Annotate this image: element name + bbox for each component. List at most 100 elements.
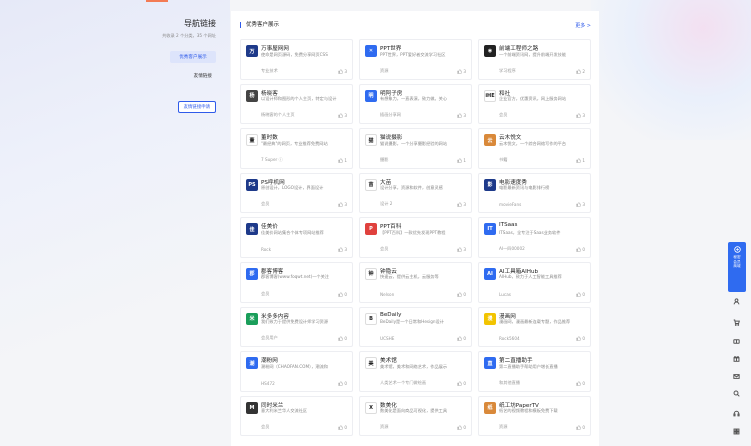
site-category: 学习程序 xyxy=(499,67,516,73)
nav-item-customers[interactable]: 优秀客户展示 xyxy=(170,51,216,63)
like-counter[interactable]: 0 xyxy=(576,247,585,252)
site-card[interactable]: 苗 大苗 设计分享，资源和软件，创意灵感 设计 2 3 xyxy=(359,172,472,214)
like-counter[interactable]: 0 xyxy=(576,425,585,430)
site-description: BeDaily是一个日常和Hesign设计 xyxy=(380,319,444,325)
thumbs-up-icon xyxy=(576,381,581,386)
like-counter[interactable]: 3 xyxy=(457,113,466,118)
like-counter[interactable]: 0 xyxy=(338,381,347,386)
site-card[interactable]: 猫 猫说摄影 猫说摄影，一个分享摄影经验的网站 摄影 1 xyxy=(359,128,472,169)
site-card[interactable]: PS PS呼机网 原创设计，LOGO设计，界面设计 会员 3 xyxy=(240,172,353,214)
site-card[interactable]: 影 电影速度秀 电影最新资讯与电影排行榜 movieFans 3 xyxy=(478,172,591,214)
like-counter[interactable]: 3 xyxy=(338,113,347,118)
like-count: 0 xyxy=(463,380,466,386)
site-card[interactable]: 杨 杨晓客 以设计师和图形的个人主页，特定与设计 杨晓客的个人主页 3 xyxy=(240,83,353,125)
ticket-tool-button[interactable] xyxy=(731,336,741,346)
site-logo-icon: AI xyxy=(484,267,496,280)
headset-tool-button[interactable] xyxy=(731,408,741,418)
like-counter[interactable]: 3 xyxy=(338,202,347,207)
site-description: 郡客博客(www.foqwt.net)一个关注 xyxy=(261,274,329,280)
gift-tool-button[interactable] xyxy=(731,353,741,363)
like-counter[interactable]: 3 xyxy=(576,202,585,207)
site-card[interactable]: 直 第二直播助手 第二直播助手帮助用户增长直播 和其他直播 0 xyxy=(478,351,591,392)
site-logo-icon: ✕ xyxy=(365,45,377,57)
like-counter[interactable]: 2 xyxy=(576,69,585,74)
like-count: 3 xyxy=(344,113,347,119)
site-card[interactable]: ✕ PPT世界 PPT世界，PPT爱好者交流学习社区 资源 3 xyxy=(359,39,472,80)
nav-item-friend-links[interactable]: 友情链接 xyxy=(150,70,216,82)
site-card[interactable]: 米 米多多内容 我们致力于提供免费设计师学习资源 会员用户 0 xyxy=(240,306,353,348)
like-counter[interactable]: 0 xyxy=(457,425,466,430)
site-description: AIHub，致力于人工智能工具推荐 xyxy=(499,274,562,280)
thumbs-up-icon xyxy=(338,202,343,208)
like-count: 2 xyxy=(582,68,585,74)
like-count: 0 xyxy=(582,425,585,431)
site-card[interactable]: 万 万事屋网网 使命是网页源码，免费分享网页CSS 专业技术 3 xyxy=(240,39,353,80)
site-category: 摄影 xyxy=(380,156,389,162)
site-card[interactable]: 潮 潮粉网 潮粉网（CHAOFAN.COM），潮流和 HS472 0 xyxy=(240,351,353,392)
mail-tool-button[interactable] xyxy=(731,371,741,381)
site-card[interactable]: 董 董时数 "最经典"的网页，专业推荐免费网站 7 Super ⓘ 1 xyxy=(240,128,353,169)
site-card[interactable]: P PPT百科 【PPT百科】一款优先发现PPT教程 会员 3 xyxy=(359,217,472,258)
like-counter[interactable]: 3 xyxy=(576,113,585,118)
gift-icon xyxy=(733,355,739,362)
like-counter[interactable]: 0 xyxy=(457,381,466,386)
site-card[interactable]: 明 明阿子房 有想象力，一直表演，致力做。关心 插画分享网 3 xyxy=(359,83,472,125)
site-category: 资源 xyxy=(380,424,389,430)
like-counter[interactable]: 0 xyxy=(338,336,347,341)
like-counter[interactable]: 3 xyxy=(457,69,466,74)
site-category: 书籍 xyxy=(499,156,508,162)
site-card[interactable]: ◉ 前端工程师之路 一个前端资讯网，提升前端开发技能 学习程序 2 xyxy=(478,39,591,80)
like-counter[interactable]: 0 xyxy=(457,336,466,341)
like-counter[interactable]: 0 xyxy=(576,292,585,297)
site-category: 资源 xyxy=(380,67,389,73)
like-counter[interactable]: 0 xyxy=(338,425,347,430)
more-link[interactable]: 更多 > xyxy=(575,22,591,29)
like-counter[interactable]: 0 xyxy=(576,336,585,341)
thumbs-up-icon xyxy=(457,68,462,74)
like-count: 3 xyxy=(582,202,585,208)
cart-tool-button[interactable] xyxy=(731,317,741,327)
site-card[interactable]: 佳 佳美价 佳美价网站集合个体专项网站推荐 Rock 3 xyxy=(240,217,353,258)
like-counter[interactable]: 3 xyxy=(338,247,347,252)
site-category: Lucas xyxy=(499,291,511,297)
site-card[interactable]: X 数美化 数美化是面向商品可视化，提供工具 资源 0 xyxy=(359,395,472,437)
site-card[interactable]: 钟 钟隐云 快速云，提供云主机，云服务等 Nelson 0 xyxy=(359,261,472,303)
like-count: 0 xyxy=(463,425,466,431)
like-counter[interactable]: 3 xyxy=(457,202,466,207)
site-description: 设计分享，资源和软件，创意灵感 xyxy=(380,185,443,191)
like-counter[interactable]: 0 xyxy=(576,381,585,386)
apply-link-button[interactable]: 友情链接申请 xyxy=(177,101,216,113)
like-counter[interactable]: 1 xyxy=(338,158,347,163)
user-icon xyxy=(733,297,739,304)
like-counter[interactable]: 3 xyxy=(338,69,347,74)
site-card[interactable]: 漫 漫画网 漫画网，漫画最新连载专题，作品推荐 Rock5604 0 xyxy=(478,306,591,348)
grid-tool-button[interactable] xyxy=(731,426,741,436)
like-counter[interactable]: 3 xyxy=(457,247,466,252)
site-category: 会员 xyxy=(261,201,270,207)
site-card[interactable]: AI AI工具箱AIHub AIHub，致力于人工智能工具推荐 Lucas 0 xyxy=(478,261,591,303)
like-counter[interactable]: 1 xyxy=(576,158,585,163)
site-card[interactable]: B BeDaily BeDaily是一个日常和Hesign设计 UCSHE 0 xyxy=(359,306,472,348)
like-counter[interactable]: 0 xyxy=(457,292,466,297)
like-counter[interactable]: 1 xyxy=(457,158,466,163)
user-tool-button[interactable] xyxy=(731,296,741,306)
member-promo-button[interactable]: 秘密 会员 商城 xyxy=(728,242,746,292)
thumbs-up-icon xyxy=(576,158,581,163)
thumbs-up-icon xyxy=(576,425,581,431)
search-tool-button[interactable] xyxy=(731,388,741,398)
site-card[interactable]: 纸 纸工坊PaperTV 纸艺的视频教程和模板免费下载 资源 0 xyxy=(478,395,591,437)
site-card[interactable]: 郡 郡客博客 郡客博客(www.foqwt.net)一个关注 会员 0 xyxy=(240,261,353,303)
site-card[interactable]: iHE 和社 企业官方，优惠资讯，网上服务网站 会员 3 xyxy=(478,83,591,125)
site-description: 我们致力于提供免费设计师学习资源 xyxy=(261,319,329,325)
site-logo-icon: 米 xyxy=(246,312,258,325)
site-card[interactable]: IT ITSaas ITSaas，全专注于Saas业务软件 AI一四00002 … xyxy=(478,217,591,258)
site-category: 会员 xyxy=(261,424,270,430)
site-card[interactable]: 美 美术馆 美术馆，美术和网络艺术，作品展示 人类艺术一个专门做绘画 0 xyxy=(359,351,472,392)
thumbs-up-icon xyxy=(576,291,581,297)
like-counter[interactable]: 0 xyxy=(338,292,347,297)
site-card[interactable]: M 同时米兰 意大利米兰华人交流社区 会员 0 xyxy=(240,395,353,437)
site-card[interactable]: 云 云木悦文 云木悦文，一个综合网络写作的平台 书籍 1 xyxy=(478,128,591,169)
site-description: 快速云，提供云主机，云服务等 xyxy=(380,274,439,280)
thumbs-up-icon xyxy=(457,202,462,208)
site-category: HS472 xyxy=(261,380,275,386)
